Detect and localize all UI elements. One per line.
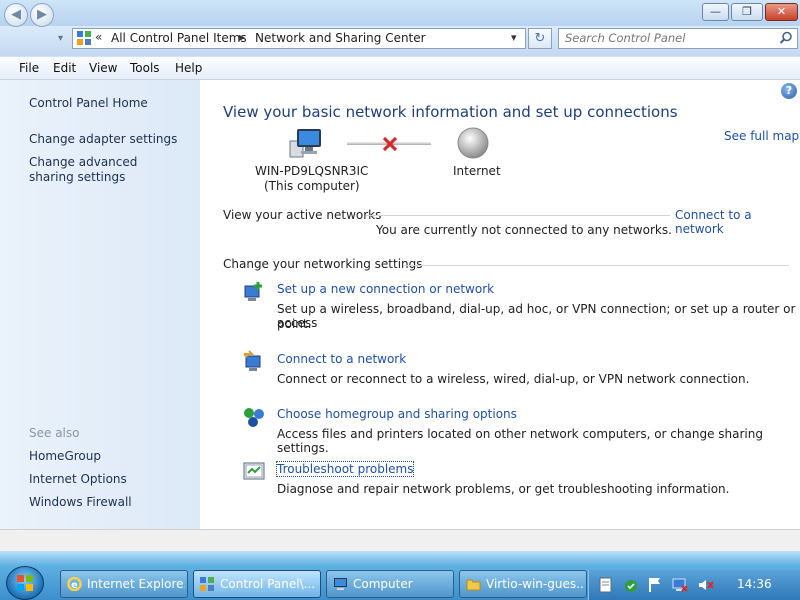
homegroup-icon[interactable] bbox=[242, 405, 266, 429]
search-input[interactable] bbox=[565, 30, 771, 46]
page-title: View your basic network information and … bbox=[223, 103, 678, 121]
breadcrumb-network-and-sharing-center[interactable]: Network and Sharing Center bbox=[255, 31, 426, 45]
forward-icon[interactable]: ▶ bbox=[30, 3, 54, 27]
address-dropdown-icon[interactable]: ▾ bbox=[511, 31, 517, 44]
clock[interactable]: 14:36 bbox=[737, 577, 772, 591]
menu-tools[interactable]: Tools bbox=[130, 61, 160, 75]
sidebar-control-panel-home[interactable]: Control Panel Home bbox=[29, 96, 148, 110]
troubleshoot-description: Diagnose and repair network problems, or… bbox=[277, 482, 730, 496]
homegroup-sharing-link[interactable]: Choose homegroup and sharing options bbox=[277, 407, 517, 421]
menu-view[interactable]: View bbox=[89, 61, 117, 75]
taskbar-item-label: Computer bbox=[353, 577, 413, 591]
refresh-icon[interactable]: ↻ bbox=[528, 28, 552, 49]
breadcrumb-prefix[interactable]: « bbox=[95, 30, 102, 44]
troubleshoot-link[interactable]: Troubleshoot problems bbox=[275, 461, 415, 477]
maximize-button[interactable]: ❐ bbox=[731, 3, 763, 21]
connect-network-description: Connect or reconnect to a wireless, wire… bbox=[277, 372, 750, 386]
section-divider bbox=[366, 215, 670, 216]
breadcrumb-all-control-panel-items[interactable]: All Control Panel Items bbox=[111, 31, 247, 45]
minimize-button[interactable]: — bbox=[702, 3, 729, 21]
connect-network-icon[interactable] bbox=[242, 350, 266, 374]
connect-network-link[interactable]: Connect to a network bbox=[277, 352, 406, 366]
taskbar-item-label: Virtio-win-gues... bbox=[486, 577, 584, 591]
folder-icon bbox=[466, 577, 481, 591]
taskbar-item-control-panel[interactable]: Control Panel\... bbox=[193, 570, 321, 598]
new-connection-icon[interactable] bbox=[242, 280, 266, 304]
sidebar-homegroup[interactable]: HomeGroup bbox=[29, 449, 101, 463]
start-orb-icon[interactable] bbox=[6, 566, 44, 600]
action-center-icon[interactable] bbox=[623, 576, 639, 594]
disconnect-icon[interactable] bbox=[381, 135, 399, 153]
control-panel-icon bbox=[77, 31, 91, 45]
menu-file[interactable]: File bbox=[19, 61, 39, 75]
taskbar-item-label: Internet Explore... bbox=[87, 577, 185, 591]
document-icon[interactable] bbox=[599, 577, 613, 593]
setup-connection-description-cont: point. bbox=[277, 317, 312, 331]
see-full-map-link[interactable]: See full map bbox=[724, 129, 799, 143]
title-bar bbox=[0, 0, 800, 26]
status-bar bbox=[0, 529, 800, 551]
active-networks-heading: View your active networks bbox=[223, 208, 382, 222]
recent-pages-dropdown[interactable]: ▾ bbox=[58, 33, 63, 44]
help-icon[interactable]: ? bbox=[781, 83, 797, 99]
back-icon[interactable]: ◀ bbox=[4, 3, 28, 27]
globe-icon[interactable] bbox=[457, 127, 489, 159]
close-button[interactable]: ✕ bbox=[765, 3, 798, 21]
computer-name: WIN-PD9LQSNR3IC bbox=[255, 164, 369, 178]
sidebar-change-adapter-settings[interactable]: Change adapter settings bbox=[29, 132, 177, 146]
computer-caption: (This computer) bbox=[264, 179, 360, 193]
taskbar-item-label: Control Panel\... bbox=[220, 577, 316, 591]
taskbar-item-virtio[interactable]: Virtio-win-gues... bbox=[459, 570, 587, 598]
network-tray-icon[interactable] bbox=[671, 576, 689, 594]
svg-text:e: e bbox=[71, 580, 78, 591]
setup-connection-link[interactable]: Set up a new connection or network bbox=[277, 282, 494, 296]
system-tray: 14:36 bbox=[588, 570, 800, 600]
sidebar-internet-options[interactable]: Internet Options bbox=[29, 472, 127, 486]
flag-icon[interactable] bbox=[647, 576, 663, 594]
volume-muted-icon[interactable] bbox=[697, 576, 715, 594]
homegroup-sharing-description: Access files and printers located on oth… bbox=[277, 427, 763, 455]
search-icon[interactable] bbox=[779, 31, 793, 45]
computer-icon[interactable] bbox=[288, 127, 324, 159]
connect-to-network-link[interactable]: Connect to a network bbox=[675, 208, 800, 236]
menu-help[interactable]: Help bbox=[175, 61, 202, 75]
menu-edit[interactable]: Edit bbox=[53, 61, 76, 75]
ie-icon: e bbox=[67, 576, 82, 592]
internet-label: Internet bbox=[453, 164, 501, 178]
change-settings-heading: Change your networking settings bbox=[223, 257, 423, 271]
section-divider bbox=[403, 265, 789, 266]
sidebar-windows-firewall[interactable]: Windows Firewall bbox=[29, 495, 132, 509]
see-also-label: See also bbox=[29, 426, 80, 440]
control-panel-icon bbox=[200, 577, 215, 591]
search-box[interactable] bbox=[558, 28, 798, 49]
not-connected-message: You are currently not connected to any n… bbox=[376, 223, 672, 237]
address-bar[interactable]: « All Control Panel Items ▶ Network and … bbox=[72, 28, 526, 49]
computer-taskbar-icon bbox=[333, 577, 348, 591]
taskbar-item-computer[interactable]: Computer bbox=[326, 570, 454, 598]
menu-bar bbox=[0, 57, 800, 80]
setup-connection-description: Set up a wireless, broadband, dial-up, a… bbox=[277, 302, 796, 330]
sidebar-change-advanced-sharing-settings[interactable]: Change advanced sharing settings bbox=[29, 155, 179, 185]
troubleshoot-icon[interactable] bbox=[242, 460, 266, 484]
taskbar-item-internet-explorer[interactable]: e Internet Explore... bbox=[60, 570, 188, 598]
breadcrumb-separator[interactable]: ▶ bbox=[239, 33, 245, 42]
